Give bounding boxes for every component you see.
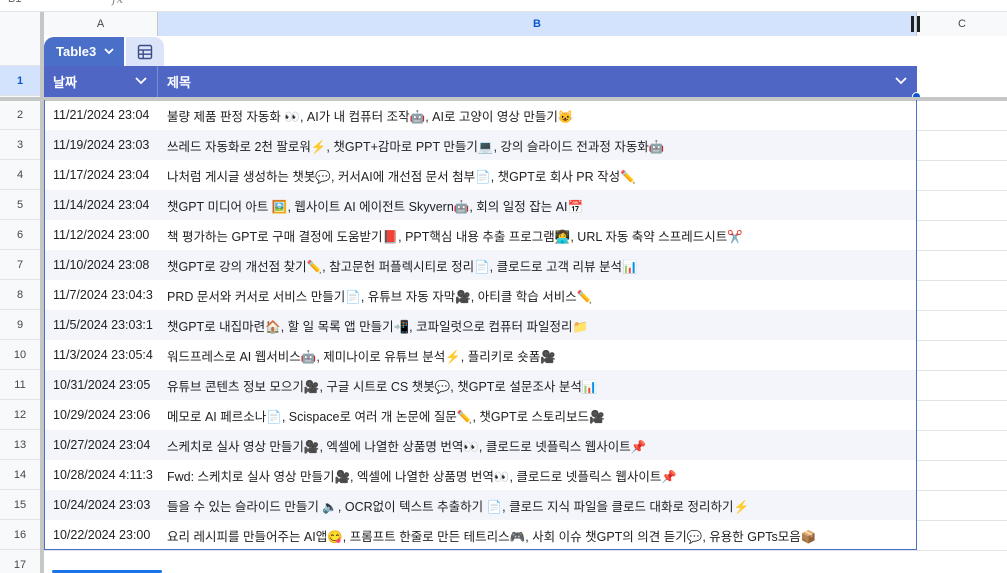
table-row: 11/21/2024 23:04 불량 제품 판정 자동화 👀, AI가 내 컴… [45, 100, 916, 130]
title-cell[interactable]: 나처럼 게시글 생성하는 챗봇💬, 커서AI에 개선점 문서 첨부📄, 챗GPT… [159, 160, 916, 190]
row-header-1[interactable]: 1 [0, 66, 40, 96]
chevron-down-icon[interactable] [895, 76, 907, 86]
column-header-a[interactable]: A [44, 12, 158, 36]
title-cell[interactable]: 메모로 AI 페르소나📄, Scispace로 여러 개 논문에 질문✏️, 챗… [159, 400, 916, 430]
table-header-row: 날짜 제목 [44, 66, 917, 97]
date-cell[interactable]: 11/5/2024 23:03:1 [45, 310, 159, 340]
column-c-cells[interactable] [917, 100, 1007, 550]
date-cell[interactable]: 11/17/2024 23:04 [45, 160, 159, 190]
date-cell[interactable]: 11/19/2024 23:03 [45, 130, 159, 160]
title-cell[interactable]: 책 평가하는 GPT로 구매 결정에 도움받기📕, PPT핵심 내용 추출 프로… [159, 220, 916, 250]
row-header-14[interactable]: 14 [0, 460, 40, 490]
title-cell[interactable]: 챗GPT로 강의 개선점 찾기✏️, 참고문헌 퍼플렉시티로 정리📄, 클로드로… [159, 250, 916, 280]
title-cell[interactable]: 워드프레스로 AI 웹서비스🤖, 제미나이로 유튜브 분석⚡, 플리키로 숏폼🎥 [159, 340, 916, 370]
date-cell[interactable]: 10/22/2024 23:00 [45, 520, 159, 550]
table-row: 11/7/2024 23:04:3 PRD 문서와 커서로 서비스 만들기📄, … [45, 280, 916, 310]
table-grid-icon [138, 44, 153, 59]
table-row: 11/10/2024 23:08 챗GPT로 강의 개선점 찾기✏️, 참고문헌… [45, 250, 916, 280]
table-row: 10/28/2024 4:11:3 Fwd: 스케치로 실사 영상 만들기🎥, … [45, 460, 916, 490]
header-title[interactable]: 제목 [158, 66, 917, 97]
row-header-13[interactable]: 13 [0, 430, 40, 460]
date-cell[interactable]: 10/24/2024 23:03 [45, 490, 159, 520]
title-cell[interactable]: 스케치로 실사 영상 만들기🎥, 엑셀에 나열한 상품명 번역👀, 클로드로 넷… [159, 430, 916, 460]
table-name-button[interactable]: Table3 [44, 37, 125, 66]
table-row: 11/19/2024 23:03 쓰레드 자동화로 2천 팔로워⚡, 챗GPT+… [45, 130, 916, 160]
table-body: 11/21/2024 23:04 불량 제품 판정 자동화 👀, AI가 내 컴… [44, 100, 917, 550]
chevron-down-icon [104, 48, 114, 55]
date-cell[interactable]: 11/7/2024 23:04:3 [45, 280, 159, 310]
row-header-6[interactable]: 6 [0, 220, 40, 250]
table-tab: Table3 [44, 37, 165, 66]
row-header-5[interactable]: 5 [0, 190, 40, 220]
table-row: 11/17/2024 23:04 나처럼 게시글 생성하는 챗봇💬, 커서AI에… [45, 160, 916, 190]
table-row: 10/24/2024 23:03 들을 수 있는 슬라이드 만들기 🔈, OCR… [45, 490, 916, 520]
date-cell[interactable]: 10/31/2024 23:05 [45, 370, 159, 400]
date-cell[interactable]: 11/21/2024 23:04 [45, 100, 159, 130]
title-cell[interactable]: 쓰레드 자동화로 2천 팔로워⚡, 챗GPT+감마로 PPT 만들기💻, 강의 … [159, 130, 916, 160]
column-header-b[interactable]: B [158, 12, 917, 36]
empty-row-17[interactable] [44, 550, 1007, 573]
header-date-label: 날짜 [53, 75, 77, 90]
title-cell[interactable]: 챗GPT로 내집마련🏠, 할 일 목록 앱 만들기📲, 코파일럿으로 컴퓨터 파… [159, 310, 916, 340]
table-row: 10/27/2024 23:04 스케치로 실사 영상 만들기🎥, 엑셀에 나열… [45, 430, 916, 460]
column-resize-handle[interactable] [911, 16, 920, 32]
table-row: 10/22/2024 23:00 요리 레시피를 만들어주는 AI앱😋, 프롬프… [45, 520, 916, 550]
title-cell[interactable]: 불량 제품 판정 자동화 👀, AI가 내 컴퓨터 조작🤖, AI로 고양이 영… [159, 100, 916, 130]
date-cell[interactable]: 10/28/2024 4:11:3 [45, 460, 159, 490]
row-header-17[interactable]: 17 [0, 550, 40, 573]
table-row: 10/29/2024 23:06 메모로 AI 페르소나📄, Scispace로… [45, 400, 916, 430]
title-cell[interactable]: 유튜브 콘텐츠 정보 모으기🎥, 구글 시트로 CS 챗봇💬, 챗GPT로 설문… [159, 370, 916, 400]
row-header-4[interactable]: 4 [0, 160, 40, 190]
row-header-7[interactable]: 7 [0, 250, 40, 280]
fx-icon: fx [112, 0, 123, 6]
row-header-column: 1 2 3 4 5 6 7 8 9 10 11 12 13 14 15 16 1… [0, 36, 44, 573]
title-cell[interactable]: PRD 문서와 커서로 서비스 만들기📄, 유튜브 자동 자막🎥, 아티클 학습… [159, 280, 916, 310]
table-menu-button[interactable] [126, 37, 165, 66]
select-all-corner[interactable] [0, 12, 44, 36]
row-header-12[interactable]: 12 [0, 400, 40, 430]
date-cell[interactable]: 10/29/2024 23:06 [45, 400, 159, 430]
table-row: 10/31/2024 23:05 유튜브 콘텐츠 정보 모으기🎥, 구글 시트로… [45, 370, 916, 400]
row-header-3[interactable]: 3 [0, 130, 40, 160]
row-header-blank [0, 36, 40, 66]
table-name-label: Table3 [56, 44, 97, 59]
column-header-c[interactable]: C [917, 12, 1007, 36]
title-cell[interactable]: 들을 수 있는 슬라이드 만들기 🔈, OCR없이 텍스트 추출하기 📄, 클로… [159, 490, 916, 520]
chevron-down-icon[interactable] [135, 76, 147, 86]
row-header-2[interactable]: 2 [0, 100, 40, 130]
date-cell[interactable]: 11/3/2024 23:05:4 [45, 340, 159, 370]
row-header-11[interactable]: 11 [0, 370, 40, 400]
date-cell[interactable]: 11/14/2024 23:04 [45, 190, 159, 220]
row-header-16[interactable]: 16 [0, 520, 40, 550]
table-row: 11/14/2024 23:04 챗GPT 미디어 아트 🖼️, 웹사이트 AI… [45, 190, 916, 220]
row-header-15[interactable]: 15 [0, 490, 40, 520]
date-cell[interactable]: 11/10/2024 23:08 [45, 250, 159, 280]
table-row: 11/3/2024 23:05:4 워드프레스로 AI 웹서비스🤖, 제미나이로… [45, 340, 916, 370]
header-date[interactable]: 날짜 [44, 66, 158, 97]
table-row: 11/5/2024 23:03:1 챗GPT로 내집마련🏠, 할 일 목록 앱 … [45, 310, 916, 340]
column-header-row: A B C [0, 12, 1007, 36]
row-header-8[interactable]: 8 [0, 280, 40, 310]
date-cell[interactable]: 11/12/2024 23:00 [45, 220, 159, 250]
header-title-label: 제목 [167, 75, 191, 90]
cell-reference[interactable]: B1 [8, 0, 21, 5]
formula-bar: B1 fx [0, 0, 1007, 12]
title-cell[interactable]: Fwd: 스케치로 실사 영상 만들기🎥, 엑셀에 나열한 상품명 번역👀, 클… [159, 460, 916, 490]
table-row: 11/12/2024 23:00 책 평가하는 GPT로 구매 결정에 도움받기… [45, 220, 916, 250]
date-cell[interactable]: 10/27/2024 23:04 [45, 430, 159, 460]
row-header-10[interactable]: 10 [0, 340, 40, 370]
title-cell[interactable]: 요리 레시피를 만들어주는 AI앱😋, 프롬프트 한줄로 만든 테트리스🎮, 사… [159, 520, 916, 550]
row-header-9[interactable]: 9 [0, 310, 40, 340]
title-cell[interactable]: 챗GPT 미디어 아트 🖼️, 웹사이트 AI 에이전트 Skyvern🤖, 회… [159, 190, 916, 220]
